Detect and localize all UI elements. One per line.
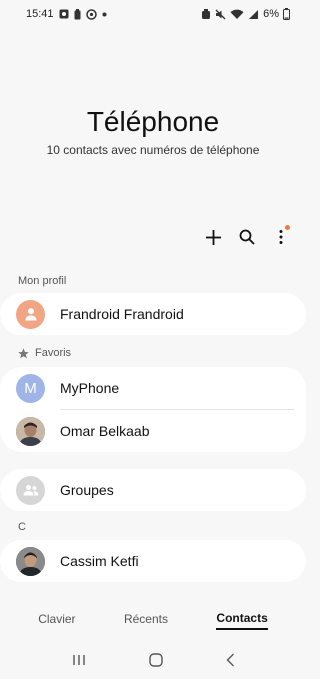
contact-row-myphone[interactable]: M MyPhone	[0, 367, 306, 409]
contact-name: Cassim Ketfi	[60, 553, 139, 569]
signal-icon	[248, 9, 259, 20]
notification-dot	[285, 225, 290, 230]
gallery-notification-icon	[59, 9, 69, 19]
home-button[interactable]	[148, 652, 163, 672]
plus-icon	[205, 229, 221, 245]
wifi-icon	[230, 9, 244, 20]
search-button[interactable]	[236, 226, 258, 248]
person-icon	[25, 308, 36, 321]
battery-percentage: 6%	[263, 8, 279, 20]
groups-card: Groupes	[0, 469, 306, 511]
profile-avatar	[16, 299, 45, 329]
sync-notification-icon	[85, 8, 97, 20]
back-chevron-icon	[226, 653, 234, 666]
more-notifications-dot-icon	[102, 12, 107, 17]
favorites-card: M MyPhone Omar Belkaab	[0, 367, 306, 452]
recent-apps-button[interactable]	[72, 653, 86, 671]
battery-icon	[283, 8, 290, 20]
back-button[interactable]	[226, 653, 235, 672]
person-photo-icon	[16, 416, 45, 446]
section-label-profile-text: Mon profil	[18, 275, 67, 287]
page-title: Téléphone	[86, 106, 220, 137]
profile-row[interactable]: Frandroid Frandroid	[0, 293, 306, 335]
groups-icon	[23, 485, 38, 496]
add-contact-button[interactable]	[202, 226, 224, 248]
recent-apps-icon	[72, 655, 85, 665]
section-label-favorites: Favoris	[18, 347, 71, 359]
tab-recents[interactable]: Récents	[124, 612, 168, 629]
groups-label: Groupes	[60, 482, 114, 498]
person-photo-icon	[16, 546, 45, 576]
profile-name: Frandroid Frandroid	[60, 306, 184, 322]
section-label-profile: Mon profil	[18, 275, 66, 287]
contact-row-omar[interactable]: Omar Belkaab	[0, 410, 306, 452]
groups-avatar	[16, 475, 45, 505]
avatar-initial: M	[24, 379, 37, 397]
alarm-icon	[201, 8, 211, 20]
more-options-button[interactable]	[270, 225, 292, 248]
tab-keypad[interactable]: Clavier	[38, 612, 75, 629]
search-icon	[239, 229, 255, 245]
contacts-c-card: Cassim Ketfi	[0, 540, 306, 582]
tab-contacts[interactable]: Contacts	[216, 611, 268, 630]
contact-avatar-myphone: M	[16, 373, 45, 403]
status-bar: 15:41 6%	[0, 0, 306, 28]
contact-row-cassim[interactable]: Cassim Ketfi	[0, 540, 306, 582]
contact-photo-omar	[16, 416, 45, 446]
home-icon	[148, 652, 163, 667]
system-navigation-bar	[0, 648, 306, 676]
battery-notification-icon	[74, 8, 81, 20]
contact-name: Omar Belkaab	[60, 423, 150, 439]
profile-card: Frandroid Frandroid	[0, 293, 306, 335]
section-label-c: C	[18, 521, 26, 533]
contacts-count-subtitle: 10 contacts avec numéros de téléphone	[46, 143, 260, 157]
section-label-favorites-text: Favoris	[35, 347, 72, 359]
star-icon	[18, 348, 29, 358]
mute-icon	[215, 9, 226, 20]
status-time: 15:41	[26, 8, 54, 20]
groups-row[interactable]: Groupes	[0, 469, 306, 511]
contact-name: MyPhone	[60, 380, 120, 396]
section-label-c-text: C	[18, 521, 26, 533]
bottom-tab-bar: Clavier Récents Contacts	[0, 608, 306, 632]
toolbar	[202, 225, 292, 248]
contact-photo-cassim	[16, 546, 45, 576]
more-vertical-icon	[279, 230, 283, 244]
